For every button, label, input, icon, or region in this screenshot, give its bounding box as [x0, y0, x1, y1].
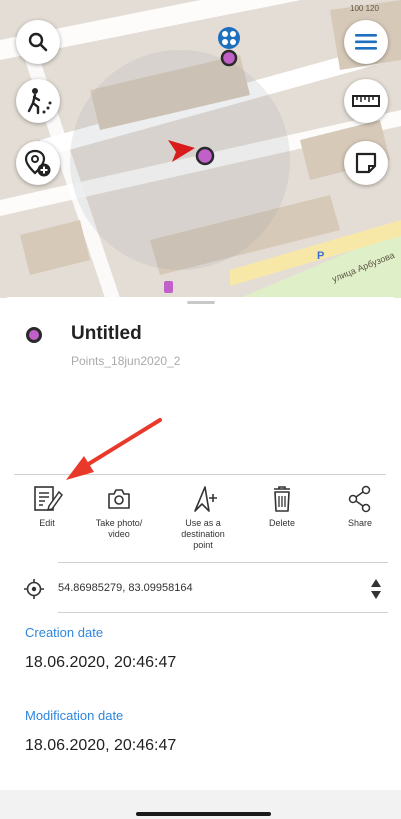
creation-date-value: 18.06.2020, 20:46:47: [25, 654, 177, 671]
parking-label: P: [317, 250, 325, 262]
map-scale-label: 100 120: [350, 4, 379, 13]
note-button[interactable]: [344, 141, 388, 185]
navigation-arrow-plus-icon: [194, 486, 217, 512]
take-photo-label: Take photo/ video: [95, 518, 143, 539]
divider: [58, 612, 388, 613]
ruler-icon: [352, 95, 380, 107]
add-location-icon: [24, 149, 51, 177]
use-as-destination-label: Use as a destination point: [181, 518, 225, 550]
share-button[interactable]: Share: [330, 484, 390, 529]
coordinates-row[interactable]: 54.86985279, 83.09958164: [24, 576, 386, 602]
note-icon: [355, 152, 377, 174]
creation-date-label: Creation date: [25, 625, 104, 640]
modification-date-label: Modification date: [25, 708, 124, 723]
camera-icon: [108, 489, 130, 509]
share-label: Share: [347, 518, 373, 528]
coordinates-value: 54.86985279, 83.09958164: [58, 582, 193, 594]
sheet-drag-handle[interactable]: [187, 301, 215, 304]
search-button[interactable]: [16, 20, 60, 64]
use-as-destination-button[interactable]: Use as a destination point: [173, 484, 233, 551]
selected-point-marker: [195, 146, 215, 166]
hamburger-menu-icon: [355, 34, 377, 50]
map-view[interactable]: 100 120 улица Арбузова P: [0, 0, 401, 298]
trash-icon: [274, 486, 290, 512]
point-color-dot: [26, 327, 42, 343]
map-canvas: [0, 0, 401, 298]
walking-route-icon: [27, 88, 52, 115]
crosshair-icon: [24, 579, 44, 599]
add-place-button[interactable]: [16, 141, 60, 185]
delete-button[interactable]: Delete: [252, 484, 312, 529]
point-layer-name: Points_18jun2020_2: [71, 354, 181, 368]
sort-arrows-icon[interactable]: [370, 578, 382, 600]
edit-button[interactable]: Edit: [17, 484, 77, 529]
divider: [58, 562, 388, 563]
home-indicator[interactable]: [136, 812, 271, 816]
route-button[interactable]: [16, 79, 60, 123]
search-icon: [28, 32, 48, 52]
divider: [14, 474, 386, 475]
delete-label: Delete: [268, 518, 295, 528]
modification-date-value: 18.06.2020, 20:46:47: [25, 737, 177, 754]
point-title: Untitled: [71, 323, 142, 344]
edit-label: Edit: [39, 518, 55, 528]
share-icon: [348, 485, 371, 513]
take-photo-button[interactable]: Take photo/ video: [89, 484, 149, 540]
ruler-button[interactable]: [344, 79, 388, 123]
edit-icon: [34, 486, 63, 512]
menu-button[interactable]: [344, 20, 388, 64]
